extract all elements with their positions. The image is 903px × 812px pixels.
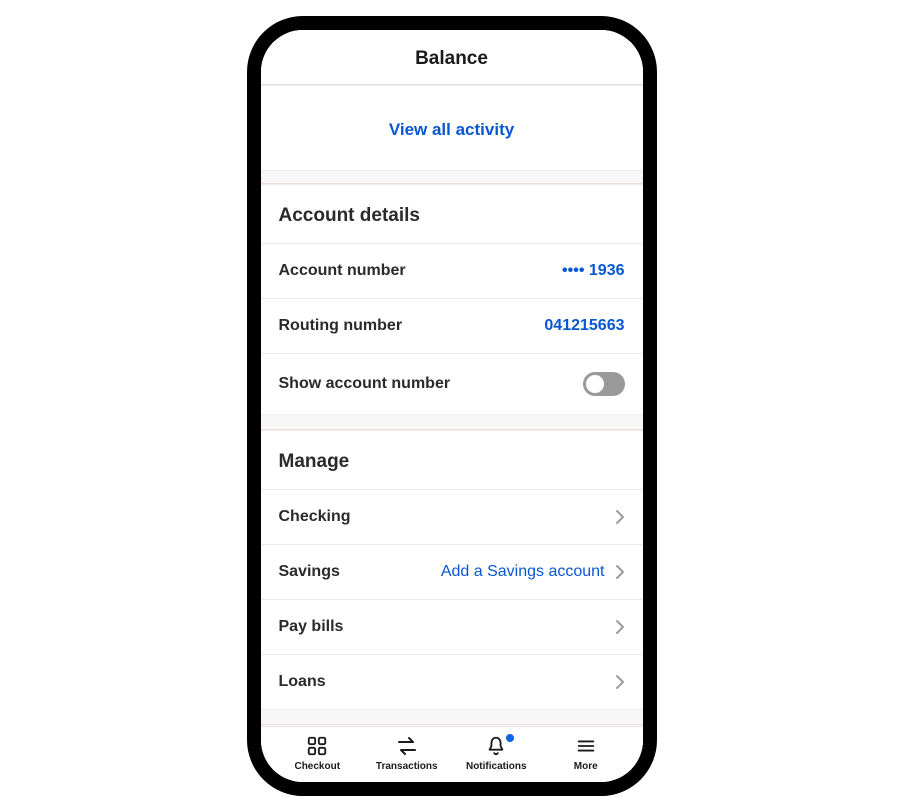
loans-label: Loans xyxy=(279,673,326,691)
manage-header: Manage xyxy=(261,431,643,489)
tab-transactions-label: Transactions xyxy=(376,761,438,772)
view-all-activity-link[interactable]: View all activity xyxy=(261,94,643,170)
add-savings-link[interactable]: Add a Savings account xyxy=(441,563,605,581)
manage-pay-bills-row[interactable]: Pay bills xyxy=(261,599,643,654)
divider xyxy=(261,724,643,725)
routing-number-value: 041215663 xyxy=(544,317,624,335)
pay-bills-label: Pay bills xyxy=(279,618,344,636)
page-title-text: Balance xyxy=(415,48,488,69)
tab-transactions[interactable]: Transactions xyxy=(362,735,452,772)
chevron-right-icon xyxy=(615,674,625,690)
show-account-number-label: Show account number xyxy=(279,375,451,393)
chevron-right-icon xyxy=(615,509,625,525)
tab-notifications-label: Notifications xyxy=(466,761,527,772)
page-title: Balance xyxy=(261,30,643,85)
manage-loans-row[interactable]: Loans xyxy=(261,654,643,709)
tab-checkout-label: Checkout xyxy=(294,761,340,772)
menu-icon xyxy=(575,735,597,757)
account-number-row[interactable]: Account number •••• 1936 xyxy=(261,243,643,298)
screen: Balance View all activity Account detail… xyxy=(261,30,643,782)
routing-number-label: Routing number xyxy=(279,317,403,335)
toggle-knob xyxy=(586,375,604,393)
account-details-section: Account details Account number •••• 1936… xyxy=(261,184,643,415)
tab-checkout[interactable]: Checkout xyxy=(273,735,363,772)
show-account-number-row: Show account number xyxy=(261,353,643,414)
scroll-content[interactable]: View all activity Account details Accoun… xyxy=(261,85,643,726)
grid-icon xyxy=(306,735,328,757)
account-number-value: •••• 1936 xyxy=(562,262,624,280)
tab-more[interactable]: More xyxy=(541,735,631,772)
savings-label: Savings xyxy=(279,563,340,581)
account-details-header: Account details xyxy=(261,185,643,243)
chevron-right-icon xyxy=(615,619,625,635)
manage-savings-row[interactable]: Savings Add a Savings account xyxy=(261,544,643,599)
checking-label: Checking xyxy=(279,508,351,526)
phone-frame: Balance View all activity Account detail… xyxy=(247,16,657,796)
manage-checking-row[interactable]: Checking xyxy=(261,489,643,544)
account-number-label: Account number xyxy=(279,262,406,280)
swap-icon xyxy=(395,735,419,757)
bell-icon xyxy=(485,735,507,757)
notification-badge xyxy=(505,733,515,743)
routing-number-row[interactable]: Routing number 041215663 xyxy=(261,298,643,353)
activity-card: View all activity xyxy=(261,85,643,171)
show-account-number-toggle[interactable] xyxy=(583,372,625,396)
tab-notifications[interactable]: Notifications xyxy=(452,735,542,772)
chevron-right-icon xyxy=(615,564,625,580)
tab-bar: Checkout Transactions Notifications Mo xyxy=(261,726,643,782)
tab-more-label: More xyxy=(574,761,598,772)
manage-section: Manage Checking Savings Add a Savings ac… xyxy=(261,430,643,710)
